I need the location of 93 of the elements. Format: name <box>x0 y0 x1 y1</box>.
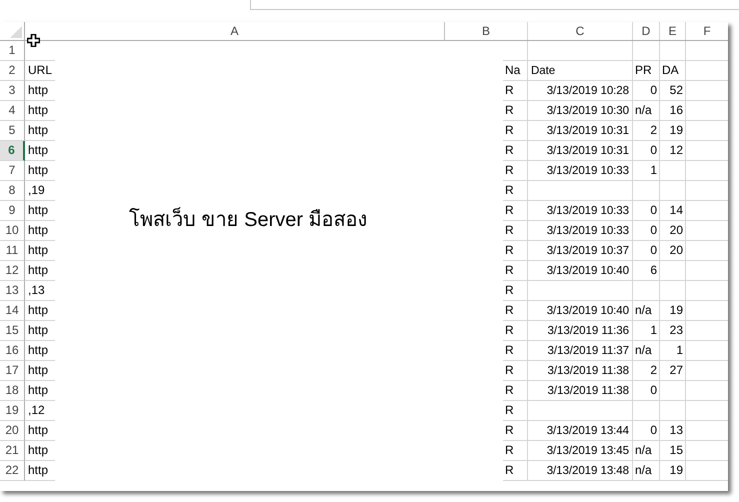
table-cell: 3/13/2019 11:38 <box>528 361 633 381</box>
table-cell: 0 <box>633 221 660 241</box>
row-header[interactable]: 6 <box>0 141 25 161</box>
row-header[interactable]: 9 <box>0 201 25 221</box>
table-cell: 3/13/2019 13:44 <box>528 421 633 441</box>
table-cell: 2 <box>633 361 660 381</box>
table-cell: 3/13/2019 10:33 <box>528 221 633 241</box>
table-cell: n/a <box>633 441 660 461</box>
empty-cell <box>633 281 660 301</box>
empty-cell <box>660 281 686 301</box>
row-header[interactable]: 13 <box>0 281 25 301</box>
table-cell: 3/13/2019 10:33 <box>528 201 633 221</box>
table-cell: 20 <box>660 241 686 261</box>
table-cell: 0 <box>633 421 660 441</box>
column-header[interactable]: B <box>445 22 528 40</box>
row-header[interactable]: 3 <box>0 81 25 101</box>
table-cell: 0 <box>633 241 660 261</box>
row-header[interactable]: 12 <box>0 261 25 281</box>
table-cell: 3/13/2019 10:30 <box>528 101 633 121</box>
table-cell: 16 <box>660 101 686 121</box>
table-cell: PR <box>633 61 660 81</box>
table-cell: 20 <box>660 221 686 241</box>
row-header[interactable]: 21 <box>0 441 25 461</box>
table-cell: 23 <box>660 321 686 341</box>
empty-cell <box>660 381 686 401</box>
table-cell: n/a <box>633 461 660 481</box>
table-cell: 3/13/2019 10:31 <box>528 141 633 161</box>
triangle-icon <box>10 26 22 38</box>
empty-cell <box>633 41 660 61</box>
row-header[interactable]: 8 <box>0 181 25 201</box>
row-header[interactable]: 22 <box>0 461 25 481</box>
column-header[interactable]: F <box>686 22 728 40</box>
table-cell: 3/13/2019 10:31 <box>528 121 633 141</box>
table-cell: 19 <box>660 121 686 141</box>
empty-cell <box>660 261 686 281</box>
cursor-icon <box>27 34 40 47</box>
table-cell: 52 <box>660 81 686 101</box>
table-cell: n/a <box>633 301 660 321</box>
table-cell: 1 <box>633 321 660 341</box>
row-header[interactable]: 1 <box>0 41 25 61</box>
empty-cell <box>660 41 686 61</box>
table-cell: n/a <box>633 101 660 121</box>
overlay-text: โพสเว็บ ขาย Server มือสอง <box>129 206 368 233</box>
row-header[interactable]: 11 <box>0 241 25 261</box>
empty-cell <box>660 401 686 421</box>
empty-cell <box>633 401 660 421</box>
table-cell: 0 <box>633 81 660 101</box>
empty-cell <box>633 181 660 201</box>
row-header[interactable]: 16 <box>0 341 25 361</box>
row-header[interactable]: 19 <box>0 401 25 421</box>
table-cell: 3/13/2019 13:45 <box>528 441 633 461</box>
row-header[interactable]: 5 <box>0 121 25 141</box>
row-header[interactable]: 15 <box>0 321 25 341</box>
table-cell: 3/13/2019 11:38 <box>528 381 633 401</box>
table-cell: 1 <box>633 161 660 181</box>
table-cell: 3/13/2019 10:33 <box>528 161 633 181</box>
table-cell: 3/13/2019 10:40 <box>528 261 633 281</box>
table-cell: 0 <box>633 201 660 221</box>
table-cell: 14 <box>660 201 686 221</box>
table-cell: 3/13/2019 13:48 <box>528 461 633 481</box>
row-header[interactable]: 4 <box>0 101 25 121</box>
row-header[interactable]: 20 <box>0 421 25 441</box>
table-cell: 15 <box>660 441 686 461</box>
table-cell: 19 <box>660 461 686 481</box>
table-cell: 2 <box>633 121 660 141</box>
column-header[interactable]: D <box>633 22 660 40</box>
table-cell: 3/13/2019 11:36 <box>528 321 633 341</box>
table-cell: 27 <box>660 361 686 381</box>
table-cell: 19 <box>660 301 686 321</box>
table-cell: 12 <box>660 141 686 161</box>
table-cell: 3/13/2019 10:40 <box>528 301 633 321</box>
row-header[interactable]: 18 <box>0 381 25 401</box>
table-cell: 6 <box>633 261 660 281</box>
row-header[interactable]: 2 <box>0 61 25 81</box>
formula-field[interactable] <box>250 0 739 10</box>
table-cell: 13 <box>660 421 686 441</box>
table-cell: Date <box>528 61 633 81</box>
row-header[interactable]: 14 <box>0 301 25 321</box>
table-cell: 3/13/2019 10:37 <box>528 241 633 261</box>
empty-cell <box>660 181 686 201</box>
column-header[interactable]: C <box>528 22 633 40</box>
table-cell: 0 <box>633 381 660 401</box>
table-cell: 0 <box>633 141 660 161</box>
row-header[interactable]: 7 <box>0 161 25 181</box>
column-header[interactable]: E <box>660 22 686 40</box>
table-cell: 3/13/2019 10:28 <box>528 81 633 101</box>
empty-cell <box>660 161 686 181</box>
row-header[interactable]: 10 <box>0 221 25 241</box>
table-cell: DA <box>660 61 686 81</box>
table-cell: 1 <box>660 341 686 361</box>
row-header[interactable]: 17 <box>0 361 25 381</box>
table-cell: 3/13/2019 11:37 <box>528 341 633 361</box>
table-cell: n/a <box>633 341 660 361</box>
